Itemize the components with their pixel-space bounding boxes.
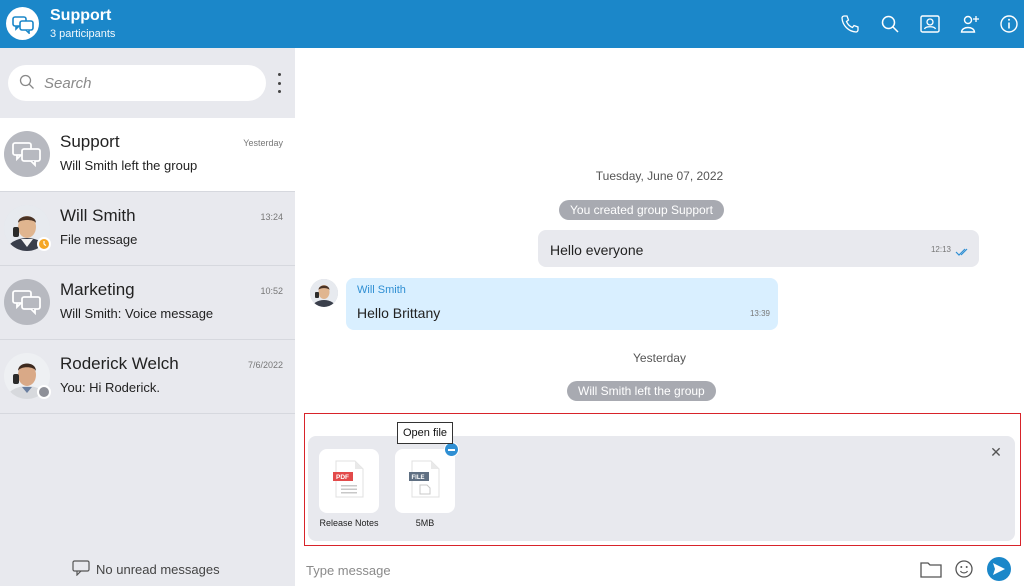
- search-icon[interactable]: [878, 12, 902, 36]
- conversation-time: Yesterday: [243, 138, 283, 148]
- conversation-time: 7/6/2022: [247, 360, 283, 370]
- message-time: 13:39: [749, 309, 770, 318]
- chat-bubble-icon: [72, 560, 90, 579]
- date-separator: Yesterday: [633, 351, 686, 365]
- close-icon[interactable]: ✕: [989, 445, 1003, 459]
- message-time: 12:13: [930, 245, 951, 254]
- sender-name[interactable]: Will Smith: [357, 284, 406, 296]
- send-icon: [992, 562, 1006, 576]
- conversation-preview: File message: [60, 232, 138, 247]
- conversation-time: 13:24: [260, 212, 283, 222]
- conversation-item-will-smith[interactable]: Will Smith File message 13:24: [0, 192, 295, 266]
- conversation-preview: Will Smith left the group: [60, 158, 198, 173]
- message-input[interactable]: [306, 561, 896, 579]
- group-chat-icon: [4, 279, 50, 325]
- no-unread-label: No unread messages: [96, 562, 220, 577]
- conversation-preview: You: Hi Roderick.: [60, 380, 160, 395]
- conversation-item-roderick-welch[interactable]: Roderick Welch You: Hi Roderick. 7/6/202…: [0, 340, 295, 414]
- file-name: Release Notes: [319, 518, 379, 528]
- emoji-icon[interactable]: [952, 557, 976, 581]
- system-message: You created group Support: [559, 200, 724, 220]
- conversation-name: Marketing: [60, 280, 135, 299]
- search-icon: [19, 74, 35, 95]
- more-options-icon[interactable]: [272, 73, 286, 93]
- conversation-item-support[interactable]: Support Will Smith left the group Yester…: [0, 118, 295, 192]
- conversation-item-marketing[interactable]: Marketing Will Smith: Voice message 10:5…: [0, 266, 295, 340]
- chat-title: Support: [50, 7, 112, 24]
- generic-file-icon: FILE: [409, 460, 441, 503]
- search-input[interactable]: [44, 73, 254, 93]
- conversation-list: Support Will Smith left the group Yester…: [0, 118, 295, 414]
- group-chat-icon[interactable]: [6, 7, 39, 40]
- conversation-name: Will Smith: [60, 206, 136, 225]
- conversation-name: Support: [60, 132, 120, 151]
- sender-avatar[interactable]: [310, 279, 338, 307]
- file-attachment-generic[interactable]: FILE: [395, 449, 455, 513]
- date-separator: Tuesday, June 07, 2022: [595, 169, 724, 183]
- tooltip: Open file: [397, 422, 454, 444]
- phone-icon[interactable]: [838, 12, 862, 36]
- send-button[interactable]: [987, 557, 1011, 581]
- outgoing-message[interactable]: Hello everyone 12:13: [538, 230, 979, 267]
- contact-card-icon[interactable]: [918, 12, 942, 36]
- app-header: Support 3 participants: [0, 0, 1024, 48]
- group-chat-icon: [4, 131, 50, 177]
- pdf-file-icon: PDF: [333, 460, 365, 503]
- info-icon[interactable]: [997, 12, 1021, 36]
- incoming-message[interactable]: Will Smith Hello Brittany 13:39: [346, 278, 778, 330]
- conversation-time: 10:52: [260, 286, 283, 296]
- remove-attachment-icon[interactable]: [444, 442, 459, 457]
- folder-icon[interactable]: [919, 557, 943, 581]
- file-size: 5MB: [415, 518, 435, 528]
- svg-text:FILE: FILE: [412, 475, 425, 481]
- svg-text:PDF: PDF: [336, 474, 349, 481]
- offline-status-icon: [37, 385, 51, 399]
- no-unread-messages: No unread messages: [72, 560, 220, 579]
- message-text: Hello Brittany: [357, 305, 441, 321]
- message-text: Hello everyone: [550, 242, 644, 258]
- system-message: Will Smith left the group: [567, 381, 716, 401]
- conversation-preview: Will Smith: Voice message: [60, 306, 214, 321]
- conversation-sidebar: Support Will Smith left the group Yester…: [0, 48, 295, 586]
- search-box[interactable]: [8, 65, 266, 101]
- file-attachment-pdf[interactable]: PDF: [319, 449, 379, 513]
- participants-count[interactable]: 3 participants: [50, 28, 115, 40]
- conversation-name: Roderick Welch: [60, 354, 179, 373]
- add-user-icon[interactable]: [958, 12, 982, 36]
- read-receipt-icon: [955, 244, 971, 262]
- away-status-icon: [37, 237, 51, 251]
